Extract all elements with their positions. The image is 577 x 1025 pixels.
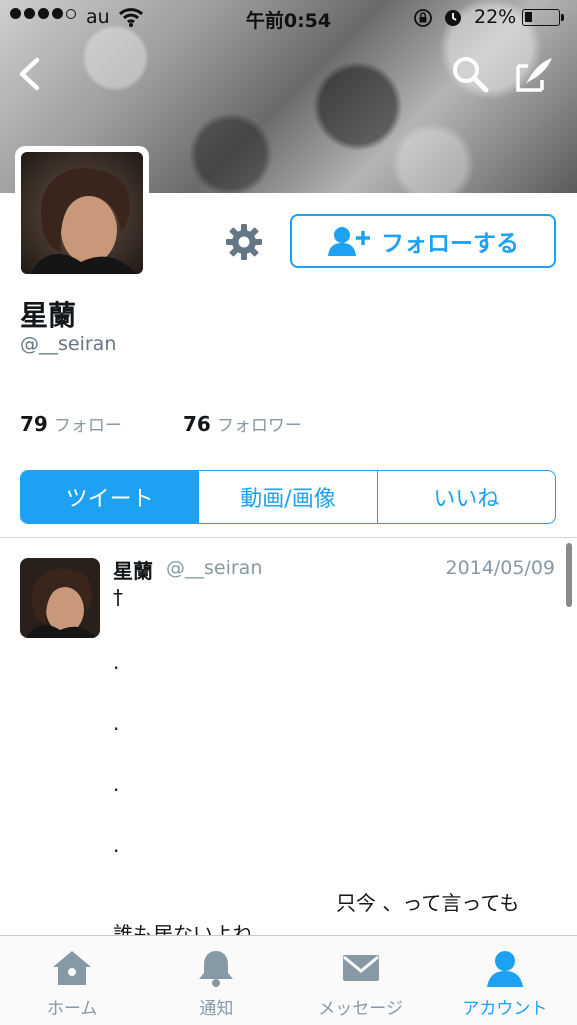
tab-messages-label: メッセージ — [318, 999, 403, 1019]
tweet-author-name[interactable]: 星蘭 — [113, 555, 153, 584]
tweet-line: . — [113, 772, 120, 796]
tweet-date: 2014/05/09 — [445, 557, 555, 579]
followers-count: 76 — [183, 412, 211, 436]
following-count: 79 — [20, 412, 48, 436]
compose-icon[interactable] — [512, 52, 556, 96]
follow-icon — [328, 227, 370, 256]
profile-name: 星蘭 — [20, 299, 77, 332]
tab-account-label: アカウント — [462, 999, 548, 1019]
tweet-line: 只今 、って言っても — [336, 891, 520, 915]
tab-home-label: ホーム — [46, 999, 98, 1019]
following-label: フォロー — [53, 416, 122, 436]
battery-level — [525, 12, 532, 22]
tab-account[interactable]: アカウント — [433, 936, 577, 1025]
tweet-line: . — [113, 833, 120, 857]
envelope-icon — [342, 955, 379, 981]
back-icon[interactable] — [10, 52, 54, 96]
tweet-line: † — [113, 585, 123, 609]
profile-handle: @__seiran — [20, 333, 117, 355]
bell-icon — [199, 951, 234, 987]
tweet-line: . — [113, 711, 120, 735]
tweet-avatar[interactable] — [20, 558, 100, 638]
tab-notifications[interactable]: 通知 — [144, 936, 288, 1025]
scrollbar[interactable] — [566, 543, 572, 607]
tab-messages[interactable]: メッセージ — [289, 936, 433, 1025]
profile-segmented-control: ツイート 動画/画像 いいね — [20, 470, 556, 524]
battery-icon — [522, 9, 564, 26]
battery-percent: 22% — [474, 6, 517, 28]
tweet-author-handle: @__seiran — [166, 557, 263, 579]
tab-home[interactable]: ホーム — [0, 936, 144, 1025]
divider — [0, 537, 577, 538]
person-icon — [486, 951, 523, 987]
segment-tweets[interactable]: ツイート — [21, 471, 199, 523]
profile-avatar-image — [21, 152, 143, 274]
segment-media[interactable]: 動画/画像 — [198, 471, 376, 523]
tab-bar: ホーム 通知 メッセージ アカウント — [0, 935, 577, 1025]
segment-likes[interactable]: いいね — [376, 471, 555, 523]
followers-stat[interactable]: 76 フォロワー — [183, 411, 302, 436]
following-stat[interactable]: 79 フォロー — [20, 411, 122, 436]
tweet-line: . — [113, 650, 120, 674]
follow-button-label: フォローする — [381, 231, 519, 257]
search-icon[interactable] — [448, 52, 492, 96]
rotation-lock-icon — [414, 9, 432, 27]
followers-label: フォロワー — [216, 416, 302, 436]
gear-icon[interactable] — [224, 222, 264, 262]
profile-avatar[interactable] — [15, 146, 149, 280]
home-icon — [53, 951, 92, 985]
follow-button[interactable]: フォローする — [290, 214, 556, 268]
status-bar: au 午前0:54 22% — [0, 0, 577, 38]
alarm-icon — [445, 10, 461, 26]
tab-notifications-label: 通知 — [199, 999, 234, 1019]
